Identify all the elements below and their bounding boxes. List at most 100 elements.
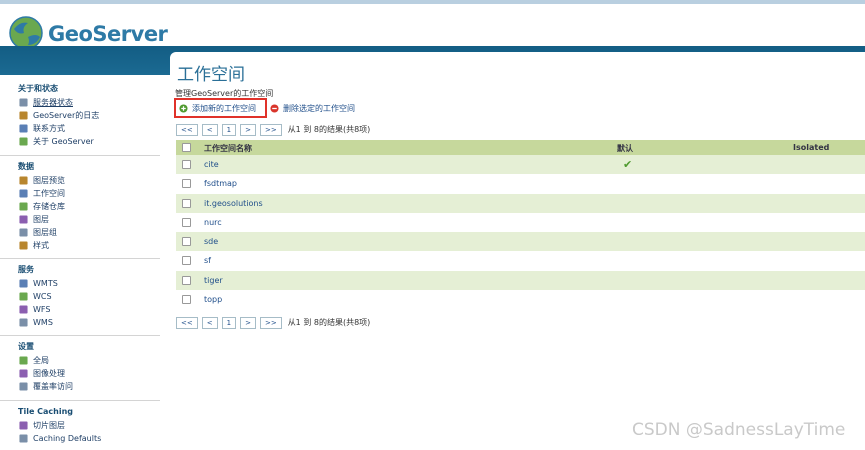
sidebar-item[interactable]: Caching Defaults	[0, 432, 162, 445]
workspace-name-link[interactable]: cite	[204, 160, 219, 169]
sidebar-item-label: 存储仓库	[33, 202, 65, 211]
sidebar-divider	[0, 258, 160, 259]
pager-page-button[interactable]: 1	[221, 316, 237, 329]
workspaces-table: 工作空间名称 默认 Isolated cite ✔ fsdtmap it.geosol…	[176, 140, 865, 309]
sidebar-item[interactable]: 服务器状态	[0, 96, 162, 109]
sidebar-item[interactable]: 切片图层	[0, 419, 162, 432]
sidebar-item[interactable]: 图像处理	[0, 367, 162, 380]
add-icon	[179, 104, 188, 113]
row-checkbox[interactable]	[182, 160, 191, 169]
sidebar-item[interactable]: WCS	[0, 290, 162, 303]
add-workspace-link[interactable]: 添加新的工作空间	[179, 103, 256, 114]
pager-info: 从1 到 8的结果(共8项)	[287, 318, 371, 327]
workspace-name-link[interactable]: sde	[204, 237, 218, 246]
sidebar-divider	[0, 155, 160, 156]
column-header-default[interactable]: 默认	[617, 143, 633, 154]
sidebar-section-title: Tile Caching	[18, 407, 74, 416]
remove-icon	[270, 104, 279, 113]
select-all-checkbox[interactable]	[182, 143, 191, 152]
sidebar-item[interactable]: 工作空间	[0, 187, 162, 200]
global-settings-icon	[19, 356, 28, 365]
sidebar-item-label: Caching Defaults	[33, 434, 102, 443]
sidebar-section-title: 关于和状态	[18, 84, 58, 93]
sidebar-item[interactable]: WMS	[0, 316, 162, 329]
workspace-name-link[interactable]: fsdtmap	[204, 179, 237, 188]
table-row: tiger	[176, 270, 865, 291]
sidebar-item[interactable]: WFS	[0, 303, 162, 316]
app-header: GeoServer	[0, 4, 865, 50]
folder-icon	[19, 189, 28, 198]
pager-last-button[interactable]: >>	[259, 316, 282, 329]
row-checkbox[interactable]	[182, 179, 191, 189]
pager-next-button[interactable]: >	[240, 316, 256, 329]
sidebar-item-label: 图层预览	[33, 176, 65, 185]
sidebar-item[interactable]: 图层预览	[0, 174, 162, 187]
pager-first-button[interactable]: <<	[176, 123, 198, 136]
row-checkbox[interactable]	[182, 217, 191, 227]
caching-defaults-icon	[19, 434, 28, 443]
sidebar-item[interactable]: 样式	[0, 239, 162, 252]
add-workspace-label: 添加新的工作空间	[192, 104, 256, 113]
watermark: CSDN @SadnessLayTime	[632, 420, 846, 440]
workspace-name-link[interactable]: tiger	[204, 276, 223, 285]
pager-page-button[interactable]: 1	[221, 123, 237, 136]
remove-workspace-label: 删除选定的工作空间	[283, 104, 355, 113]
service-icon	[19, 318, 28, 327]
sidebar-section: 关于和状态服务器状态 GeoServer的日志 联系方式关于 GeoServer	[0, 82, 162, 148]
sidebar-item[interactable]: GeoServer的日志	[0, 109, 162, 122]
sidebar-item-label: 图层	[33, 215, 49, 224]
sidebar-item-label: 关于 GeoServer	[33, 137, 94, 146]
table-header-row: 工作空间名称 默认 Isolated	[176, 140, 865, 155]
log-file-icon	[19, 111, 28, 120]
sidebar-item[interactable]: 图层	[0, 213, 162, 226]
table-row: fsdtmap	[176, 174, 865, 193]
pager-info: 从1 到 8的结果(共8项)	[287, 125, 371, 134]
server-status-icon	[19, 98, 28, 107]
contact-card-icon	[19, 124, 28, 133]
row-checkbox[interactable]	[182, 275, 191, 285]
main-content: 工作空间 管理GeoServer的工作空间 添加新的工作空间 删除选定的工作空间…	[170, 52, 865, 450]
pager-prev-button[interactable]: <	[201, 316, 218, 329]
sidebar-item-label: WFS	[33, 305, 51, 314]
workspace-name-link[interactable]: it.geosolutions	[204, 199, 263, 208]
sidebar-item-label: 图像处理	[33, 369, 65, 378]
sidebar-item-label: WMTS	[33, 279, 58, 288]
sidebar-section: 服务 WMTS WCS WFS WMS	[0, 263, 162, 329]
sidebar-item[interactable]: WMTS	[0, 277, 162, 290]
sidebar-item[interactable]: 图层组	[0, 226, 162, 239]
row-checkbox[interactable]	[182, 295, 191, 305]
column-header-isolated[interactable]: Isolated	[793, 143, 829, 152]
sidebar-section-title: 数据	[18, 162, 34, 171]
layer-icon	[19, 215, 28, 224]
row-checkbox[interactable]	[182, 198, 191, 208]
pager-prev-button[interactable]: <	[201, 123, 218, 136]
pager-next-button[interactable]: >	[240, 123, 256, 136]
workspace-name-link[interactable]: sf	[204, 256, 211, 265]
workspace-name-link[interactable]: nurc	[204, 218, 222, 227]
image-processing-icon	[19, 369, 28, 378]
sidebar-item[interactable]: 全局	[0, 354, 162, 367]
sidebar-item-label: WMS	[33, 318, 53, 327]
pager-first-button[interactable]: <<	[176, 316, 198, 329]
sidebar-section: Tile Caching 切片图层 Caching Defaults	[0, 405, 162, 445]
pager-top: << < 1 > >> 从1 到 8的结果(共8项)	[176, 123, 370, 136]
sidebar-item[interactable]: 覆盖率访问	[0, 380, 162, 393]
remove-workspace-link[interactable]: 删除选定的工作空间	[270, 103, 355, 114]
sidebar-item[interactable]: 关于 GeoServer	[0, 135, 162, 148]
style-palette-icon	[19, 241, 28, 250]
column-header-name[interactable]: 工作空间名称	[204, 143, 252, 154]
workspace-name-link[interactable]: topp	[204, 295, 222, 304]
sidebar-item-label: 图层组	[33, 228, 57, 237]
row-checkbox[interactable]	[182, 237, 191, 247]
default-check-icon: ✔	[623, 158, 633, 171]
sidebar-item[interactable]: 联系方式	[0, 122, 162, 135]
pager-last-button[interactable]: >>	[259, 123, 282, 136]
sidebar-divider	[0, 335, 160, 336]
table-row: topp	[176, 290, 865, 309]
sidebar-item[interactable]: 存储仓库	[0, 200, 162, 213]
row-checkbox[interactable]	[182, 256, 191, 266]
sidebar-item-label: 覆盖率访问	[33, 382, 73, 391]
sidebar-item-label: 服务器状态	[33, 98, 73, 107]
sidebar-section-title: 设置	[18, 342, 34, 351]
table-row: it.geosolutions	[176, 193, 865, 213]
